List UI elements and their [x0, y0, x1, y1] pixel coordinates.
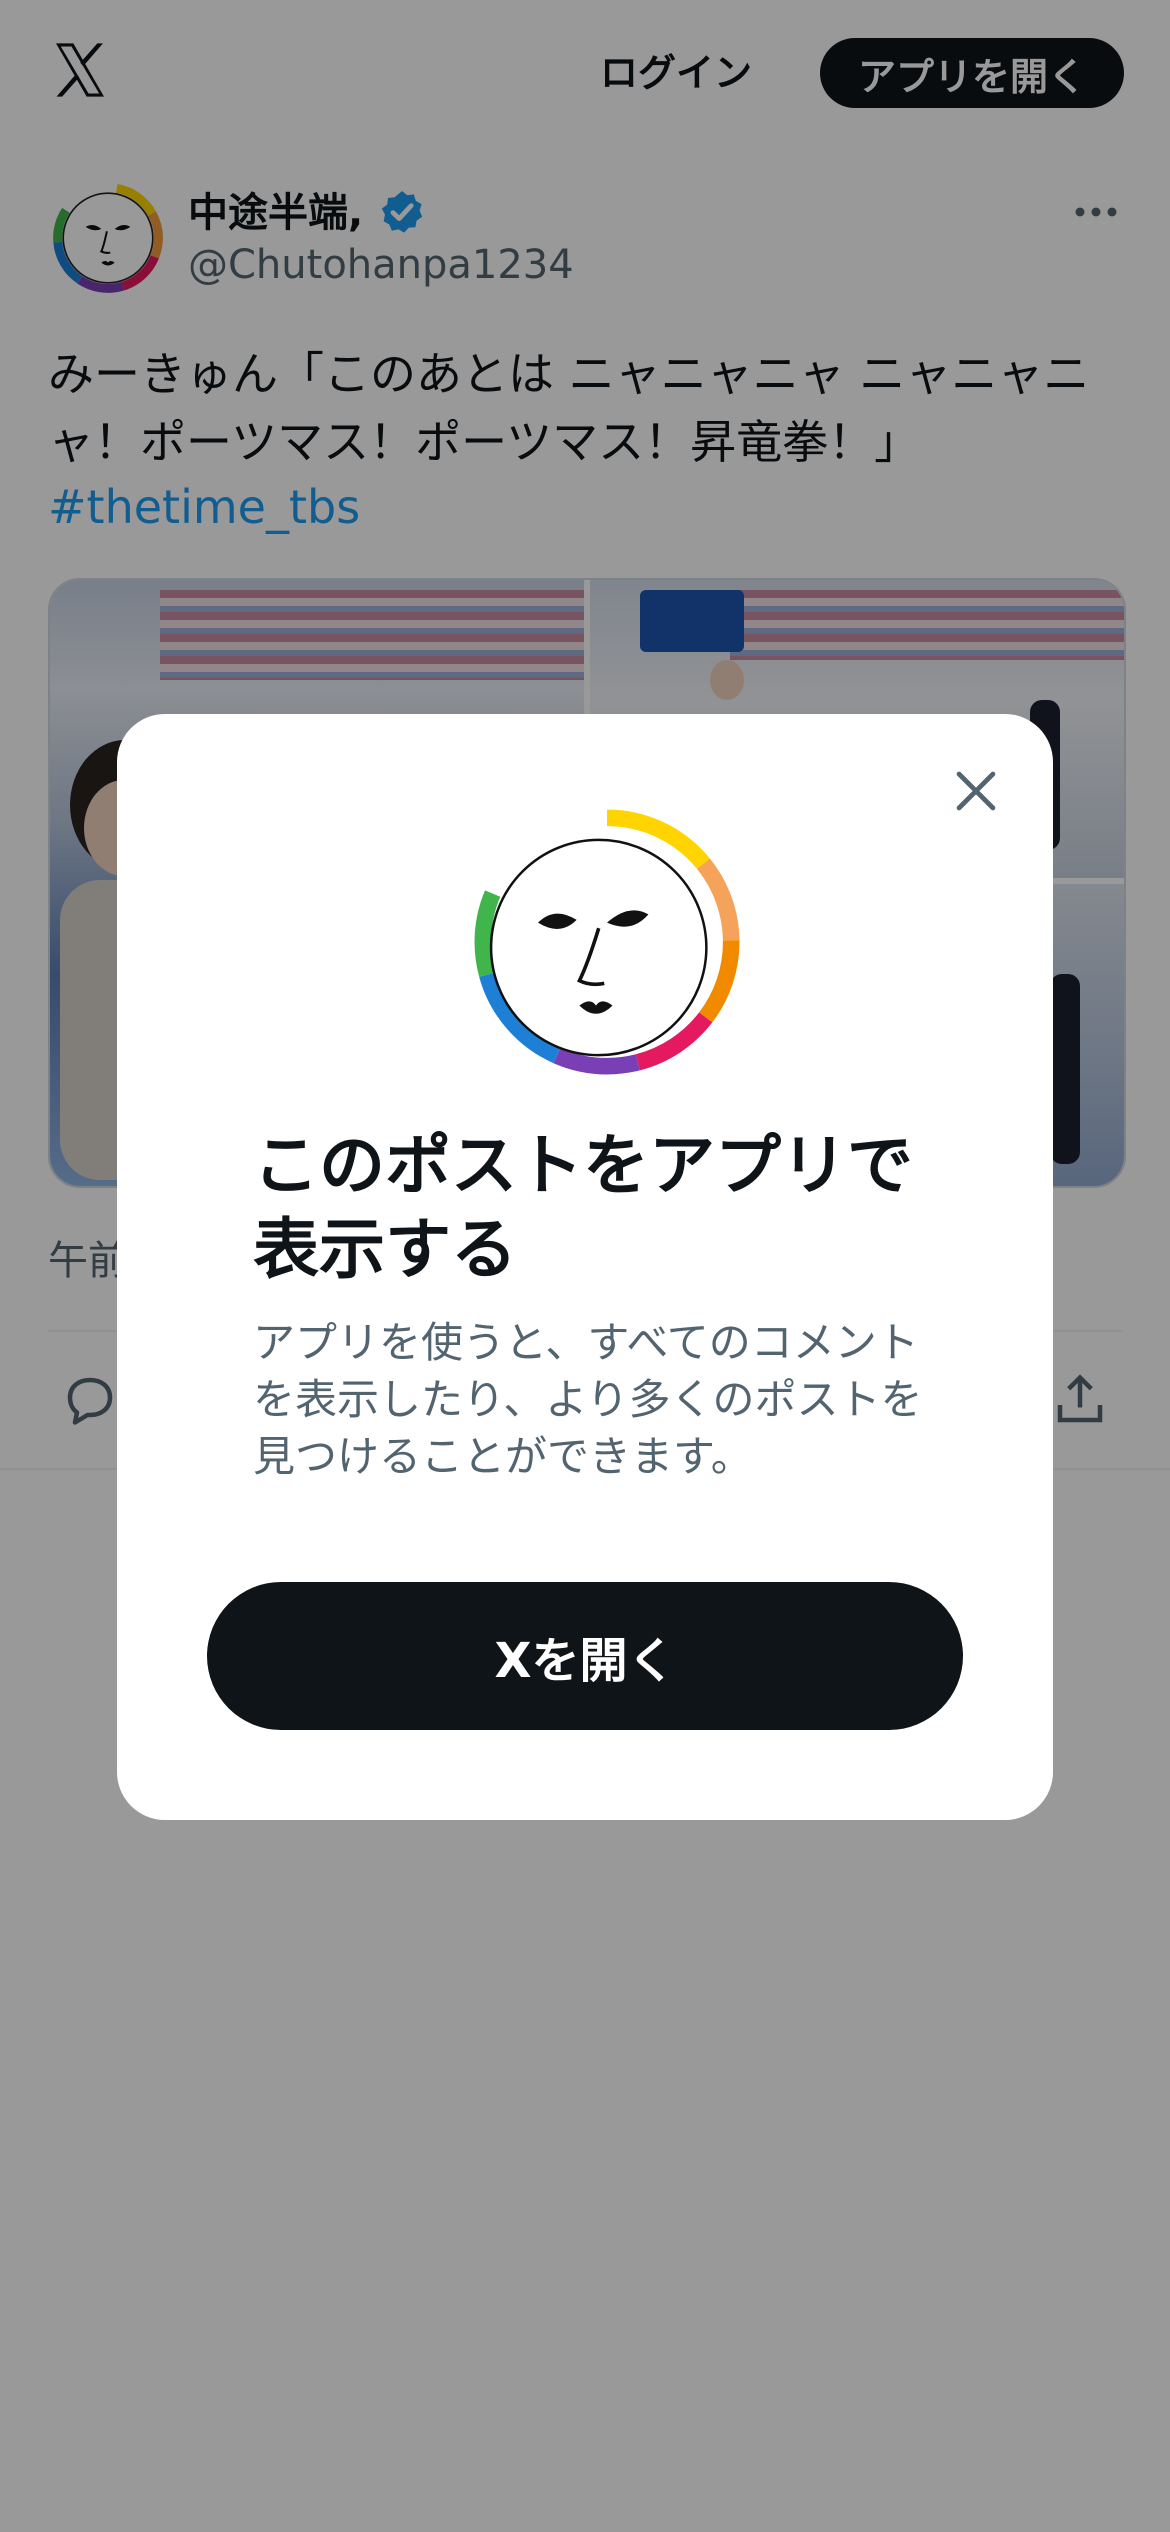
author-avatar-large — [469, 804, 745, 1080]
modal-description: アプリを使うと、すべてのコメントを表示したり、より多くのポストを見つけることがで… — [253, 1318, 923, 1481]
open-in-app-modal: このポストをアプリで表示する アプリを使うと、すべてのコメントを表示したり、より… — [117, 714, 1053, 1820]
close-icon[interactable] — [947, 762, 1005, 820]
open-x-button[interactable]: Xを開く — [207, 1582, 963, 1730]
modal-title: このポストをアプリで表示する — [253, 1127, 913, 1288]
